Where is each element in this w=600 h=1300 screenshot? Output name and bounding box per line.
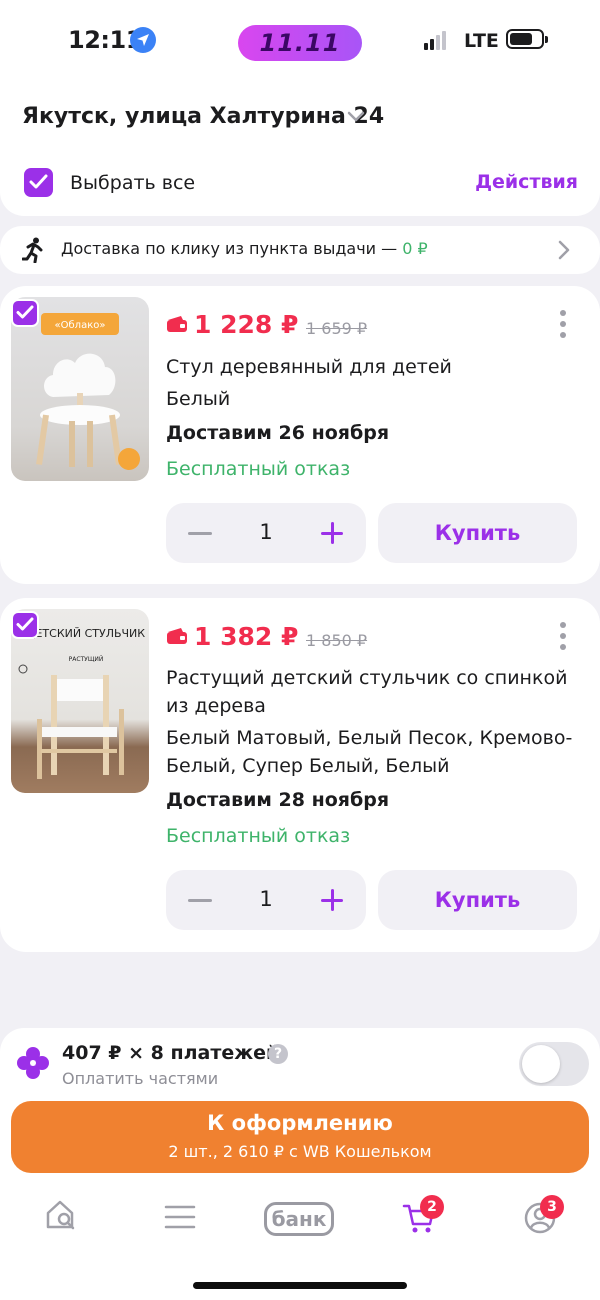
- product-image-label: ДЕТСКИЙ СТУЛЬЧИК: [27, 627, 145, 640]
- delivery-price: 0 ₽: [402, 239, 428, 258]
- actions-button[interactable]: Действия: [475, 171, 578, 193]
- wallet-icon: [167, 316, 187, 332]
- battery-icon: [506, 29, 548, 49]
- cart-badge: 2: [420, 1195, 444, 1219]
- item-title[interactable]: Растущий детский стульчик со спинкой из …: [166, 664, 576, 720]
- item-checkbox[interactable]: [11, 299, 39, 327]
- delivery-info-row[interactable]: Доставка по клику из пункта выдачи — 0 ₽: [0, 226, 600, 274]
- item-delivery-date: Доставим 26 ноября: [166, 422, 390, 444]
- location-arrow-icon: [130, 27, 156, 53]
- item-price: 1 228 ₽: [194, 310, 299, 339]
- buy-button[interactable]: Купить: [378, 870, 577, 930]
- plus-button[interactable]: [321, 889, 343, 911]
- cart-item: «Облако» 1 228 ₽ 1 659 ₽ Стул деревянный…: [0, 286, 600, 584]
- home-indicator[interactable]: [193, 1282, 407, 1289]
- item-refund-info: Бесплатный отказ: [166, 825, 351, 847]
- buy-button[interactable]: Купить: [378, 503, 577, 563]
- installments-subtitle: Оплатить частями: [62, 1069, 219, 1088]
- plus-button[interactable]: [321, 522, 343, 544]
- chevron-down-icon[interactable]: [346, 110, 366, 124]
- promo-badge[interactable]: 11.11: [238, 25, 362, 61]
- delivery-address[interactable]: Якутск, улица Халтурина 24: [22, 104, 384, 129]
- item-old-price: 1 850 ₽: [306, 631, 368, 650]
- cart-item: ДЕТСКИЙ СТУЛЬЧИК РАСТУЩИЙ 1 382 ₽ 1 850 …: [0, 598, 600, 952]
- cart-header: Якутск, улица Халтурина 24 Выбрать все Д…: [0, 84, 600, 216]
- item-checkbox[interactable]: [11, 611, 39, 639]
- check-icon: [16, 305, 34, 319]
- check-icon: [29, 174, 48, 189]
- quantity-stepper: 1: [166, 870, 366, 930]
- item-delivery-date: Доставим 28 ноября: [166, 789, 390, 811]
- bottom-panel: 407 ₽ × 8 платежей ? Оплатить частями К …: [0, 1028, 600, 1300]
- item-variant: Белый Матовый, Белый Песок, Кремово-Белы…: [166, 727, 573, 777]
- status-bar: 12:11 11.11 LTE: [0, 0, 600, 84]
- signal-icon: [424, 31, 448, 50]
- profile-badge: 3: [540, 1195, 564, 1219]
- installments-toggle[interactable]: [519, 1042, 589, 1086]
- product-image-label: «Облако»: [55, 320, 106, 331]
- minus-button[interactable]: [188, 899, 212, 902]
- select-all-label[interactable]: Выбрать все: [70, 172, 195, 194]
- catalog-menu-icon[interactable]: [164, 1204, 196, 1230]
- more-options-icon[interactable]: [560, 310, 566, 343]
- item-refund-info: Бесплатный отказ: [166, 458, 351, 480]
- product-image-sublabel: РАСТУЩИЙ: [69, 656, 104, 663]
- installments-title: 407 ₽ × 8 платежей: [62, 1042, 280, 1064]
- bank-tab[interactable]: банк: [264, 1202, 334, 1236]
- select-all-checkbox[interactable]: [24, 168, 53, 197]
- item-variant: Белый: [166, 388, 231, 410]
- item-title[interactable]: Стул деревянный для детей: [166, 353, 576, 381]
- quantity-stepper: 1: [166, 503, 366, 563]
- running-person-icon: [22, 237, 43, 263]
- network-type: LTE: [464, 30, 499, 52]
- quantity-value: 1: [259, 520, 273, 544]
- help-icon[interactable]: ?: [268, 1044, 288, 1064]
- wallet-icon: [167, 628, 187, 644]
- installments-flower-icon: [17, 1047, 49, 1079]
- check-icon: [16, 617, 34, 631]
- checkout-summary: 2 шт., 2 610 ₽ с WB Кошельком: [168, 1142, 432, 1161]
- chevron-right-icon: [558, 240, 570, 260]
- checkout-label: К оформлению: [207, 1111, 393, 1135]
- quantity-value: 1: [259, 887, 273, 911]
- minus-button[interactable]: [188, 532, 212, 535]
- item-price: 1 382 ₽: [194, 622, 299, 651]
- home-search-icon[interactable]: [44, 1198, 78, 1232]
- delivery-text: Доставка по клику из пункта выдачи — 0 ₽: [61, 239, 428, 258]
- more-options-icon[interactable]: [560, 622, 566, 655]
- checkout-button[interactable]: К оформлению 2 шт., 2 610 ₽ с WB Кошельк…: [11, 1101, 589, 1173]
- item-old-price: 1 659 ₽: [306, 319, 368, 338]
